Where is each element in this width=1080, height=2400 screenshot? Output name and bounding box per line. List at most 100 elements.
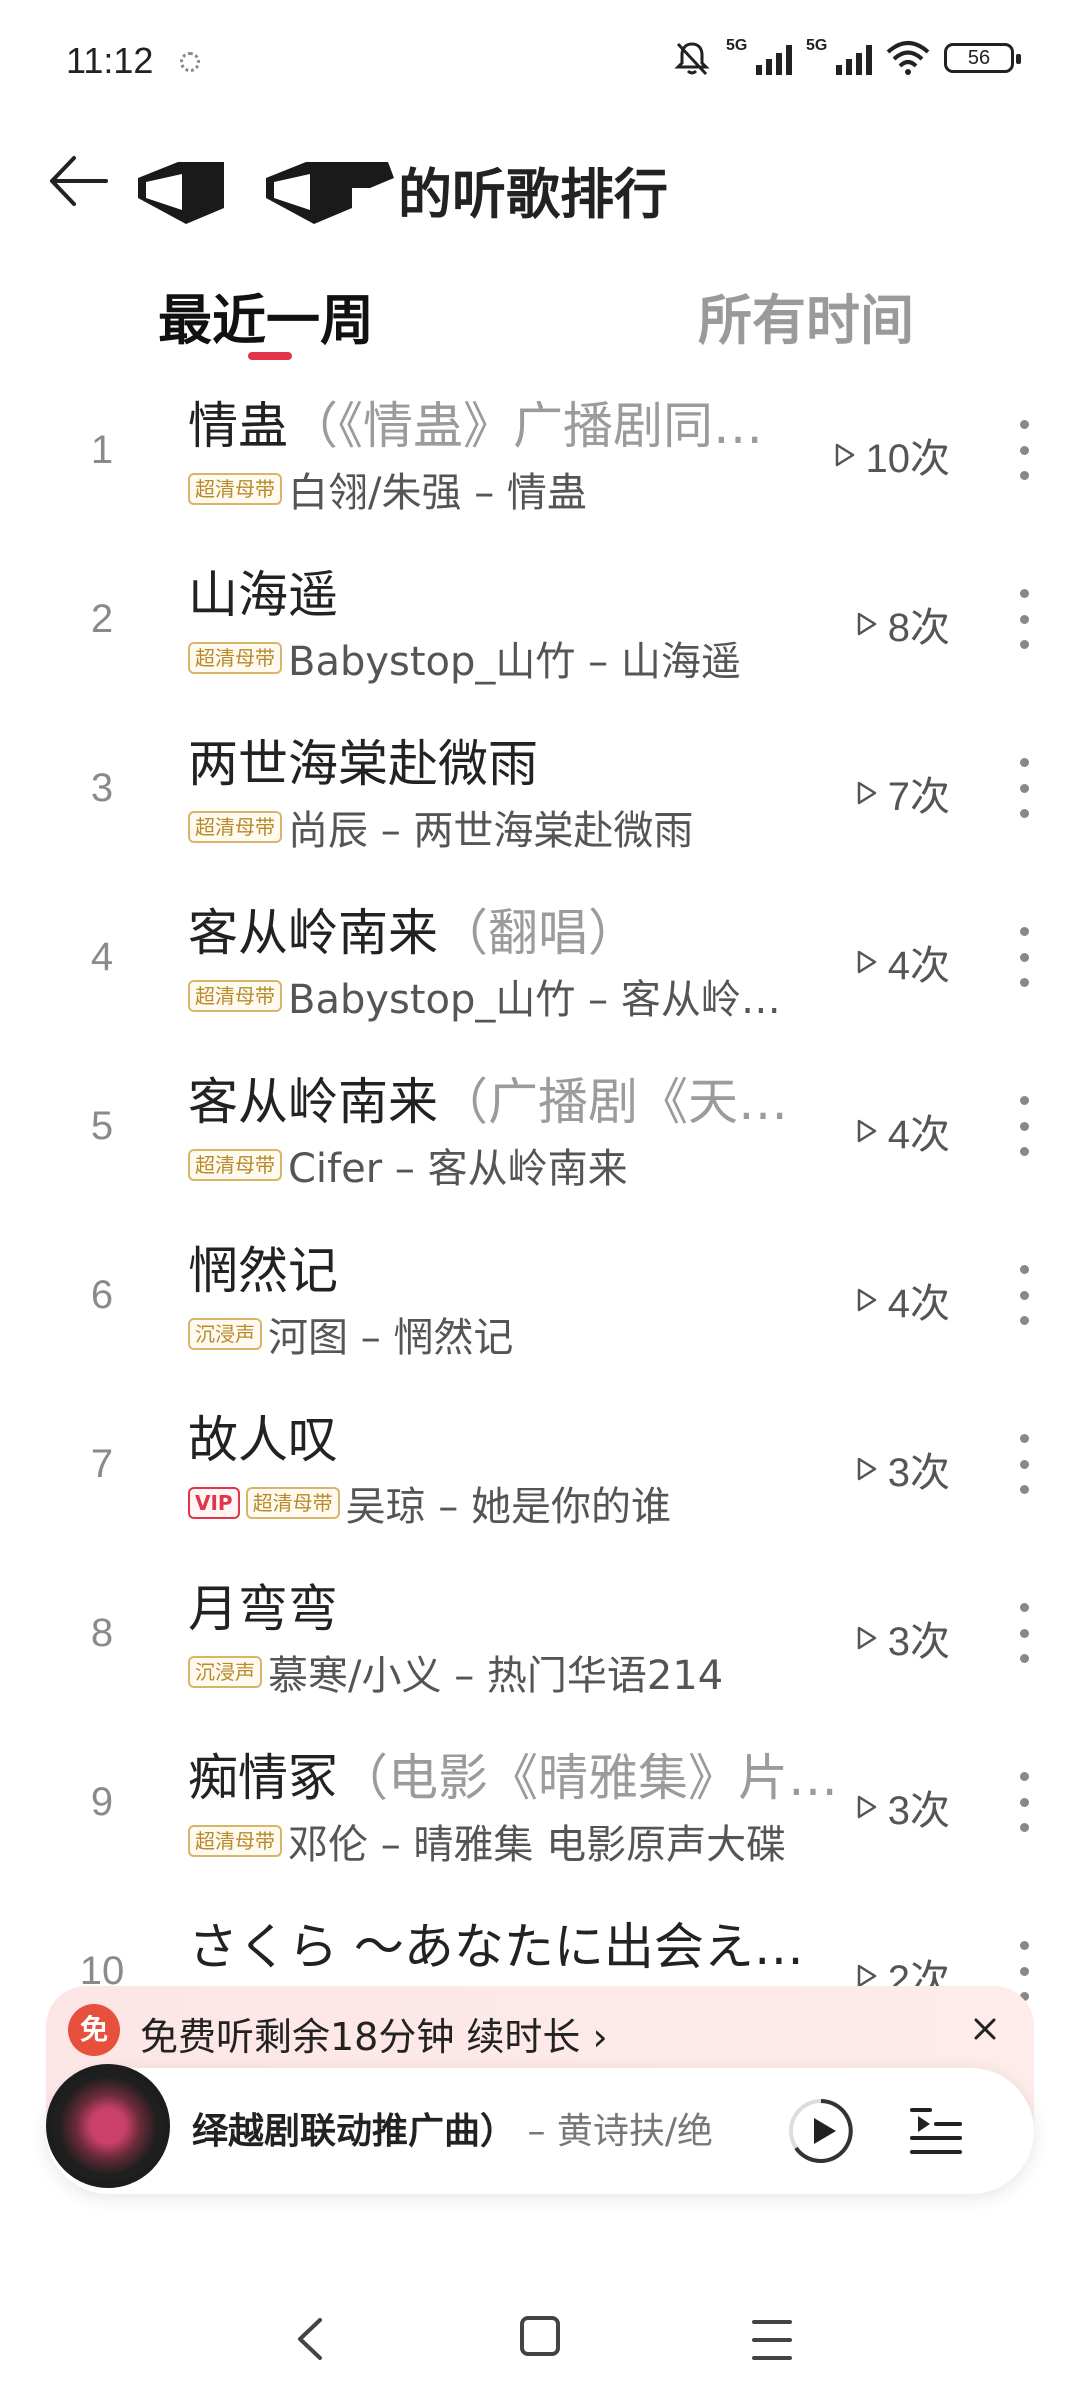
list-item[interactable]: 9 痴情冢（电影《晴雅集》片… 超清母带 邓伦 – 晴雅集 电影原声大碟 3次 <box>0 1730 1080 1899</box>
song-title: 情蛊（《情蛊》广播剧同… <box>188 386 763 458</box>
list-item[interactable]: 1 情蛊（《情蛊》广播剧同… 超清母带 白翎/朱强 – 情蛊 10次 <box>0 378 1080 547</box>
network-type-1: 5G <box>726 37 748 54</box>
signal-icon-2: 5G <box>806 37 872 75</box>
more-options-icon[interactable] <box>1014 1941 1034 2001</box>
quality-badge: 超清母带 <box>188 1825 282 1857</box>
song-meta: 沉浸声 慕寒/小义 – 热门华语214 <box>188 1643 723 1701</box>
play-count-text: 3次 <box>887 1789 950 1833</box>
play-count-icon <box>857 612 876 636</box>
album-cover[interactable] <box>46 2064 170 2188</box>
song-name: 月弯弯 <box>188 1580 338 1638</box>
nav-home-icon[interactable] <box>520 2316 560 2356</box>
song-name: 客从岭南来 <box>188 904 438 962</box>
free-badge-icon: 免 <box>68 2004 120 2056</box>
play-count-icon <box>857 950 876 974</box>
signal-icon-1: 5G <box>726 37 792 75</box>
play-count: 3次 <box>856 1609 950 1667</box>
list-item[interactable]: 7 故人叹 VIP 超清母带 吴琼 – 她是你的谁 3次 <box>0 1392 1080 1561</box>
immersive-sound-badge: 沉浸声 <box>188 1318 262 1350</box>
tab-all-time[interactable]: 所有时间 <box>698 276 914 355</box>
play-count: 8次 <box>856 595 950 653</box>
battery-icon: 56 <box>944 43 1021 73</box>
free-time-remaining-text[interactable]: 免费听剩余18分钟 续时长 › <box>140 2006 608 2061</box>
now-playing-text[interactable]: 绎越剧联动推广曲） – 黄诗扶/绝 <box>192 2102 812 2154</box>
song-meta: VIP 超清母带 吴琼 – 她是你的谁 <box>188 1474 671 1532</box>
nav-back-icon[interactable] <box>290 2314 330 2364</box>
more-options-icon[interactable] <box>1014 758 1034 818</box>
play-count-text: 4次 <box>887 1113 950 1157</box>
list-item[interactable]: 4 客从岭南来（翻唱） 超清母带 Babystop_山竹 – 客从岭… 4次 <box>0 885 1080 1054</box>
song-meta: 沉浸声 河图 – 惘然记 <box>188 1305 513 1363</box>
immersive-sound-badge: 沉浸声 <box>188 1656 262 1688</box>
song-meta: 超清母带 尚辰 – 两世海棠赴微雨 <box>188 798 693 856</box>
more-options-icon[interactable] <box>1014 927 1034 987</box>
play-count: 3次 <box>856 1778 950 1836</box>
play-pause-icon[interactable] <box>786 2096 856 2166</box>
song-meta: 超清母带 Cifer – 客从岭南来 <box>188 1136 628 1194</box>
song-name: 情蛊 <box>188 397 288 455</box>
song-meta: 超清母带 Babystop_山竹 – 客从岭… <box>188 967 781 1025</box>
song-subtitle: （广播剧《天… <box>438 1073 788 1131</box>
rank-number: 4 <box>90 935 114 979</box>
song-name: 两世海棠赴微雨 <box>188 735 538 793</box>
vip-badge: VIP <box>188 1487 240 1519</box>
list-item[interactable]: 3 两世海棠赴微雨 超清母带 尚辰 – 两世海棠赴微雨 7次 <box>0 716 1080 885</box>
quality-badge: 超清母带 <box>188 642 282 674</box>
quality-badge: 超清母带 <box>188 1149 282 1181</box>
status-icons: 5G 5G 56 <box>672 37 1021 78</box>
more-options-icon[interactable] <box>1014 420 1034 480</box>
play-count-text: 3次 <box>887 1620 950 1664</box>
more-options-icon[interactable] <box>1014 1265 1034 1325</box>
play-count: 7次 <box>856 764 950 822</box>
rank-number: 6 <box>90 1273 114 1317</box>
song-name: さくら ～あなたに出会え… <box>188 1918 804 1976</box>
play-count: 4次 <box>856 933 950 991</box>
rank-number: 3 <box>90 766 114 810</box>
more-options-icon[interactable] <box>1014 1603 1034 1663</box>
quality-badge: 超清母带 <box>245 1487 340 1519</box>
playlist-icon[interactable] <box>908 2102 964 2158</box>
tab-recent-week[interactable]: 最近一周 <box>158 276 374 355</box>
song-title: 客从岭南来（广播剧《天… <box>188 1062 788 1134</box>
play-count-icon <box>857 1626 876 1650</box>
play-count-icon <box>857 1119 876 1143</box>
list-item[interactable]: 5 客从岭南来（广播剧《天… 超清母带 Cifer – 客从岭南来 4次 <box>0 1054 1080 1223</box>
song-subtitle: （电影《晴雅集》片… <box>338 1749 838 1807</box>
artist-album: Cifer – 客从岭南来 <box>288 1146 628 1192</box>
song-title: 痴情冢（电影《晴雅集》片… <box>188 1738 838 1810</box>
list-item[interactable]: 8 月弯弯 沉浸声 慕寒/小义 – 热门华语214 3次 <box>0 1561 1080 1730</box>
quality-badge: 超清母带 <box>188 473 282 505</box>
list-item[interactable]: 6 惘然记 沉浸声 河图 – 惘然记 4次 <box>0 1223 1080 1392</box>
song-name: 痴情冢 <box>188 1749 338 1807</box>
page-title: 的听歌排行 <box>398 163 668 226</box>
more-options-icon[interactable] <box>1014 1096 1034 1156</box>
redacted-username <box>138 162 394 224</box>
song-title: 两世海棠赴微雨 <box>188 724 538 796</box>
more-options-icon[interactable] <box>1014 1434 1034 1494</box>
back-arrow-icon[interactable] <box>44 146 114 216</box>
artist-album: 吴琼 – 她是你的谁 <box>345 1484 672 1530</box>
play-count-icon <box>857 1288 876 1312</box>
song-title: 故人叹 <box>188 1400 338 1472</box>
list-item[interactable]: 2 山海遥 超清母带 Babystop_山竹 – 山海遥 8次 <box>0 547 1080 716</box>
mini-player[interactable]: 绎越剧联动推广曲） – 黄诗扶/绝 <box>46 2064 1034 2194</box>
song-title: 惘然记 <box>188 1231 338 1303</box>
time-range-tabs: 最近一周 所有时间 <box>0 260 1080 370</box>
artist-album: 河图 – 惘然记 <box>268 1315 514 1361</box>
nav-recents-icon[interactable] <box>752 2320 792 2360</box>
rank-number: 1 <box>90 428 114 472</box>
rank-number: 5 <box>90 1104 114 1148</box>
more-options-icon[interactable] <box>1014 589 1034 649</box>
play-count-icon <box>835 443 854 467</box>
close-icon[interactable] <box>960 2004 1010 2054</box>
song-meta: 超清母带 白翎/朱强 – 情蛊 <box>188 460 587 518</box>
artist-album: 尚辰 – 两世海棠赴微雨 <box>288 808 694 854</box>
play-count: 10次 <box>834 426 950 484</box>
more-options-icon[interactable] <box>1014 1772 1034 1832</box>
rank-number: 2 <box>90 597 114 641</box>
rank-number: 7 <box>90 1442 114 1486</box>
rank-number: 9 <box>90 1780 114 1824</box>
sync-icon <box>180 52 200 72</box>
rank-number: 8 <box>90 1611 114 1655</box>
status-time: 11:12 <box>66 40 154 81</box>
